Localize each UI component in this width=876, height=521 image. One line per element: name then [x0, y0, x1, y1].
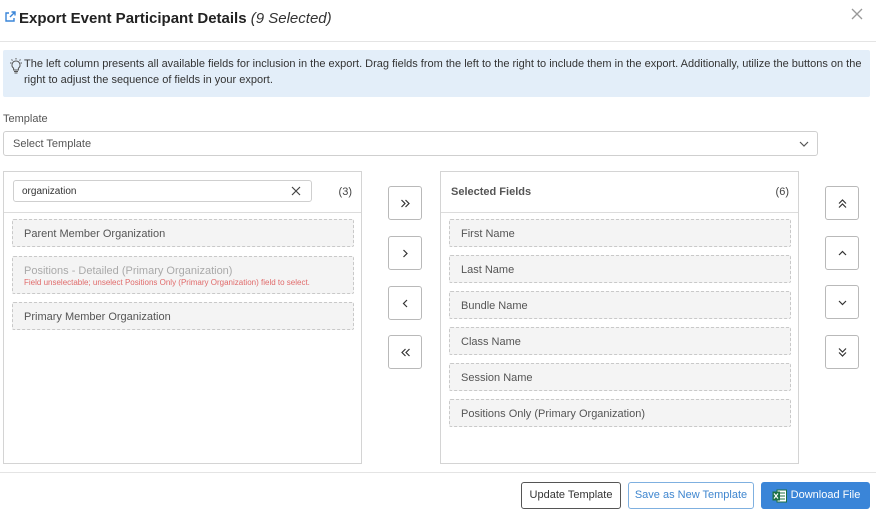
selected-field-label: Session Name — [461, 372, 533, 384]
remove-all-button[interactable] — [388, 335, 422, 369]
chevron-right-icon — [403, 249, 408, 258]
available-field-item[interactable]: Parent Member Organization — [12, 219, 354, 247]
modal-title: Export Event Participant Details (9 Sele… — [19, 10, 332, 27]
selected-field-item[interactable]: Session Name — [449, 363, 791, 391]
selected-field-item[interactable]: Class Name — [449, 327, 791, 355]
double-chevron-down-icon — [838, 348, 847, 357]
selected-field-label: Positions Only (Primary Organization) — [461, 408, 646, 420]
double-chevron-up-icon — [838, 199, 847, 208]
save-as-new-template-button[interactable]: Save as New Template — [628, 482, 754, 509]
selected-field-label: Class Name — [461, 336, 521, 348]
selected-fields-title: Selected Fields — [451, 186, 532, 198]
available-field-label: Positions - Detailed (Primary Organizati… — [24, 265, 233, 277]
selected-fields-panel: Selected Fields (6) First Name Last Name… — [440, 171, 799, 464]
move-to-top-button[interactable] — [825, 186, 859, 220]
add-selected-button[interactable] — [388, 236, 422, 270]
selected-field-item[interactable]: Last Name — [449, 255, 791, 283]
download-file-button[interactable]: Download File — [761, 482, 870, 509]
update-template-button[interactable]: Update Template — [521, 482, 621, 509]
selected-field-label: Bundle Name — [461, 300, 528, 312]
move-up-button[interactable] — [825, 236, 859, 270]
available-fields-panel: organization (3) Parent Member Organizat… — [3, 171, 362, 464]
info-text: The left column presents all available f… — [24, 58, 862, 86]
available-field-label: Parent Member Organization — [24, 228, 166, 240]
remove-selected-button[interactable] — [388, 286, 422, 320]
selected-field-item[interactable]: Bundle Name — [449, 291, 791, 319]
export-icon — [5, 11, 16, 22]
modal-footer: Update Template Save as New Template Dow… — [0, 472, 876, 521]
selected-field-item[interactable]: First Name — [449, 219, 791, 247]
available-count: (3) — [338, 186, 352, 198]
field-search-input[interactable]: organization — [13, 180, 312, 202]
move-down-button[interactable] — [825, 285, 859, 319]
selected-fields-header: Selected Fields (6) — [441, 172, 798, 213]
field-unselectable-note: Field unselectable; unselect Positions O… — [24, 278, 310, 287]
move-to-bottom-button[interactable] — [825, 335, 859, 369]
modal-header: Export Event Participant Details (9 Sele… — [0, 0, 876, 42]
selected-field-item[interactable]: Positions Only (Primary Organization) — [449, 399, 791, 427]
template-label: Template — [3, 113, 48, 125]
chevron-down-icon — [838, 300, 847, 306]
selected-count: (6) — [775, 186, 789, 198]
add-all-button[interactable] — [388, 186, 422, 220]
modal-title-text: Export Event Participant Details — [19, 10, 247, 27]
available-field-label: Primary Member Organization — [24, 311, 171, 323]
template-select[interactable]: Select Template — [3, 131, 818, 156]
template-select-value: Select Template — [13, 138, 92, 150]
available-field-item-disabled: Positions - Detailed (Primary Organizati… — [12, 256, 354, 294]
excel-icon — [772, 489, 787, 503]
chevron-left-icon — [402, 299, 408, 308]
selected-field-label: Last Name — [461, 264, 515, 276]
info-banner: The left column presents all available f… — [3, 50, 870, 97]
chevron-up-icon — [838, 250, 847, 256]
chevron-down-icon — [799, 141, 809, 147]
double-chevron-right-icon — [401, 199, 410, 208]
available-fields-header: organization (3) — [4, 172, 361, 213]
selected-field-label: First Name — [461, 228, 515, 240]
selected-count-label: (9 Selected) — [250, 10, 332, 27]
close-icon[interactable] — [849, 6, 865, 22]
double-chevron-left-icon — [401, 348, 410, 357]
clear-search-icon[interactable] — [291, 186, 301, 196]
lightbulb-icon — [10, 58, 22, 74]
download-file-label: Download File — [790, 489, 861, 501]
field-search-value: organization — [22, 186, 77, 197]
available-field-item[interactable]: Primary Member Organization — [12, 302, 354, 330]
